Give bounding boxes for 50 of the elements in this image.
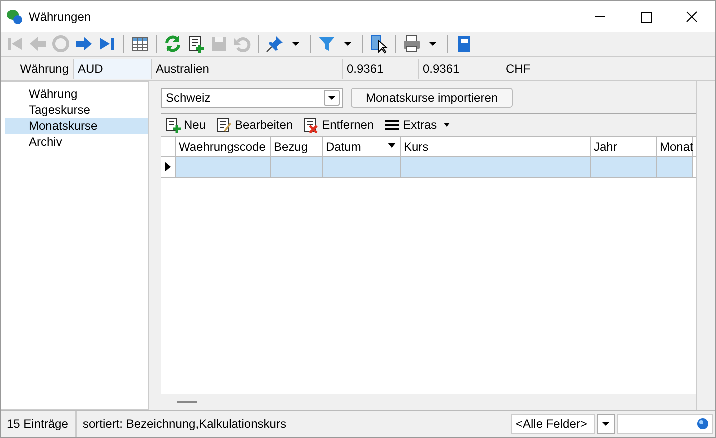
field-filter-dropdown[interactable]: <Alle Felder> [511, 414, 595, 434]
add-document-icon [165, 117, 181, 133]
next-icon[interactable] [74, 34, 94, 54]
grid-icon[interactable] [130, 34, 150, 54]
column-header[interactable]: Waehrungscode [176, 137, 271, 156]
column-header[interactable]: Bezug [271, 137, 323, 156]
rate-field: 0.9361 [342, 58, 418, 78]
filter-icon[interactable] [317, 34, 337, 54]
delete-document-icon [303, 117, 320, 133]
column-header[interactable]: Jahr [591, 137, 657, 156]
sidebar-item[interactable]: Währung [5, 86, 148, 102]
country-dropdown[interactable]: Schweiz [161, 88, 343, 108]
unit-label: CHF [505, 62, 531, 76]
globe-icon [697, 418, 709, 430]
pin-icon[interactable] [265, 34, 285, 54]
dropdown-arrow-icon[interactable] [429, 42, 437, 46]
coins-icon [7, 8, 23, 24]
column-header[interactable]: Kurs [401, 137, 591, 156]
caret-icon [328, 96, 336, 100]
sidebar-item[interactable]: Archiv [5, 134, 148, 150]
toolbar-button[interactable]: Entfernen [303, 117, 374, 133]
new-icon[interactable] [186, 34, 206, 54]
column-header[interactable]: Monat [657, 137, 693, 156]
menu-icon [384, 117, 400, 133]
row-pointer-icon [165, 162, 171, 172]
dropdown-arrow-icon[interactable] [292, 42, 300, 46]
horizontal-scrollbar[interactable] [161, 394, 696, 410]
caret-icon [602, 422, 610, 426]
sort-info: sortiert: Bezeichnung,Kalkulationskurs [82, 417, 288, 431]
dropdown-arrow-icon [444, 123, 450, 127]
import-button[interactable]: Monatskurse importieren [351, 88, 514, 108]
currency-name-field: Australien [151, 58, 342, 78]
pointer-icon[interactable] [369, 34, 389, 54]
field-label: Währung [19, 62, 70, 76]
rate-field: 0.9361 [418, 58, 494, 78]
dropdown-arrow-icon[interactable] [344, 42, 352, 46]
dropdown-button[interactable] [597, 414, 615, 434]
toolbar-button[interactable]: Bearbeiten [216, 117, 294, 133]
print-icon[interactable] [402, 34, 422, 54]
toolbar-button[interactable]: Extras [384, 117, 450, 133]
sort-arrow-icon [388, 143, 396, 148]
window-title: Währungen [29, 10, 92, 24]
toolbar-button[interactable]: Neu [165, 117, 206, 133]
currency-code-field[interactable]: AUD [73, 58, 151, 78]
column-header[interactable]: Datum [323, 137, 401, 156]
search-field[interactable] [617, 414, 713, 434]
sidebar-item[interactable]: Tageskurse [5, 102, 148, 118]
edit-document-icon [216, 117, 232, 133]
record-count: 15 Einträge [1, 411, 77, 437]
sidebar-item[interactable]: Monatskurse [5, 118, 148, 134]
